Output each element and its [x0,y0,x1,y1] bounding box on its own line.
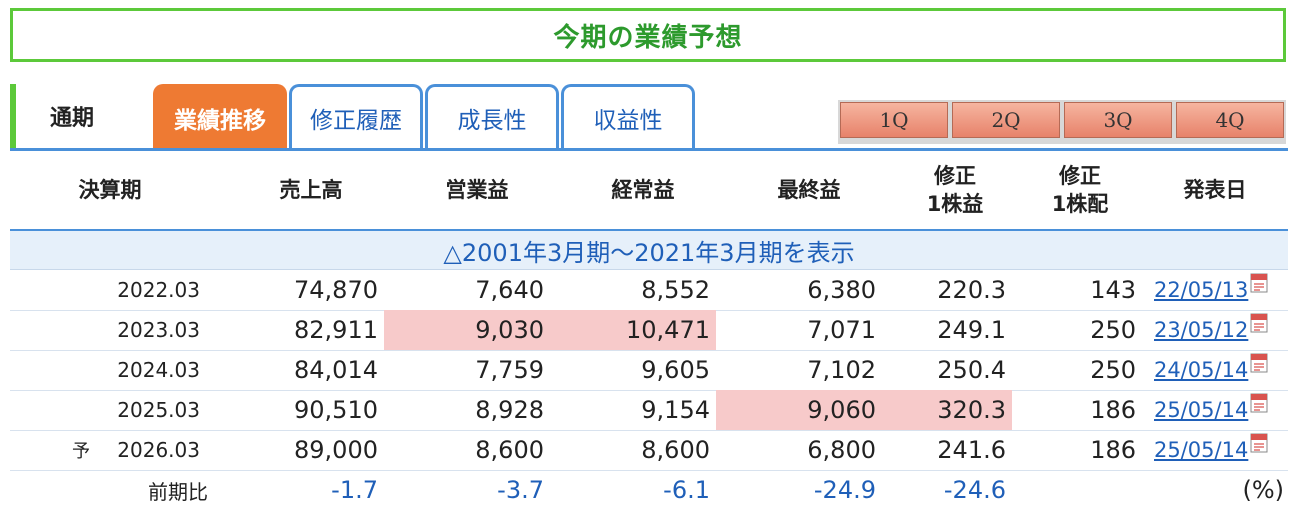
ratio-sales: -1.7 [331,476,378,504]
announce-date-link[interactable]: 23/05/12 [1154,318,1248,342]
quarter-button-2q[interactable]: 2Q [952,102,1060,138]
tab-annual[interactable]: 通期 [10,84,145,148]
table-row: 2022.03 74,870 7,640 8,552 6,380 220.3 143 22/0… [10,270,1288,311]
row-net: 6,800 [807,436,876,464]
row-period: 2023.03 [117,318,200,342]
row-operating: 7,640 [475,276,544,304]
ratio-eps: -24.6 [943,476,1006,504]
table-row: 2023.03 82,911 9,030 10,471 7,071 249.1 250 23/… [10,310,1288,351]
row-net: 9,060 [716,390,882,430]
row-sales: 89,000 [294,436,378,464]
pdf-icon[interactable] [1250,313,1268,333]
announce-date-link[interactable]: 22/05/13 [1154,278,1248,302]
table-row: 予 2026.03 89,000 8,600 8,600 6,800 241.6 186 25/… [10,430,1288,471]
header-sales: 売上高 [279,178,343,202]
row-operating: 9,030 [384,310,550,350]
row-div: 250 [1090,316,1136,344]
yoy-ratio-row: 前期比 -1.7 -3.7 -6.1 -24.9 -24.6 (%) [10,470,1288,510]
header-eps-line2: 1株益 [926,192,984,216]
row-net: 7,102 [807,356,876,384]
expand-history-row: △2001年3月期～2021年3月期を表示 [10,231,1288,270]
row-eps: 320.3 [882,390,1012,430]
header-eps-line1: 修正 [934,164,976,188]
announce-date-link[interactable]: 25/05/14 [1154,438,1248,462]
pdf-icon[interactable] [1250,273,1268,293]
row-ordinary: 10,471 [550,310,716,350]
row-div: 186 [1090,436,1136,464]
announce-date-link[interactable]: 24/05/14 [1154,358,1248,382]
row-sales: 74,870 [294,276,378,304]
row-ordinary: 8,552 [641,276,710,304]
divider [10,148,1288,151]
row-period: 2024.03 [117,358,200,382]
pdf-icon[interactable] [1250,393,1268,413]
tab-profitability[interactable]: 収益性 [561,84,695,148]
quarter-button-3q[interactable]: 3Q [1064,102,1172,138]
row-period: 2026.03 [117,438,200,462]
tab-revision-history[interactable]: 修正履歴 [289,84,423,148]
quarter-button-4q[interactable]: 4Q [1176,102,1284,138]
header-dividend-line1: 修正 [1059,164,1101,188]
row-date-cell: 22/05/13 [1142,270,1288,310]
row-eps: 249.1 [937,316,1006,344]
quarter-button-1q[interactable]: 1Q [840,102,948,138]
row-ordinary: 8,600 [641,436,710,464]
ratio-net: -24.9 [813,476,876,504]
row-date-cell: 25/05/14 [1142,430,1288,470]
header-ordinary-profit: 経常益 [611,178,675,202]
header-operating-profit: 営業益 [445,178,509,202]
header-dividend: 修正 1株配 [1015,152,1145,228]
ratio-unit: (%) [1242,476,1284,504]
row-operating: 7,759 [475,356,544,384]
row-eps: 250.4 [937,356,1006,384]
table-row: 2024.03 84,014 7,759 9,605 7,102 250.4 250 24/0… [10,350,1288,391]
header-announce-date: 発表日 [1183,178,1247,202]
table-header: 決算期 売上高 営業益 経常益 最終益 修正 1株益 修正 1株配 発表日 [10,152,1288,228]
section-title-box: 今期の業績予想 [10,8,1286,62]
row-sales: 82,911 [294,316,378,344]
row-net: 7,071 [807,316,876,344]
tab-performance-trend[interactable]: 業績推移 [153,84,287,148]
pdf-icon[interactable] [1250,433,1268,453]
row-period: 2022.03 [117,278,200,302]
announce-date-link[interactable]: 25/05/14 [1154,398,1248,422]
header-period: 決算期 [78,178,142,202]
row-eps: 220.3 [937,276,1006,304]
pdf-icon[interactable] [1250,353,1268,373]
table-row: 2025.03 90,510 8,928 9,154 9,060 320.3 186 25/0… [10,390,1288,431]
row-date-cell: 25/05/14 [1142,390,1288,430]
row-sales: 90,510 [294,396,378,424]
row-ordinary: 9,605 [641,356,710,384]
tab-growth[interactable]: 成長性 [425,84,559,148]
row-eps: 241.6 [937,436,1006,464]
ratio-operating: -3.7 [497,476,544,504]
row-div: 186 [1090,396,1136,424]
ratio-ordinary: -6.1 [663,476,710,504]
row-div: 143 [1090,276,1136,304]
row-date-cell: 23/05/12 [1142,310,1288,350]
row-ordinary: 9,154 [641,396,710,424]
row-sales: 84,014 [294,356,378,384]
tab-bar: 通期 業績推移 修正履歴 成長性 収益性 1Q 2Q 3Q 4Q [10,84,1288,150]
quarter-selector: 1Q 2Q 3Q 4Q [838,100,1286,144]
ratio-label: 前期比 [148,479,208,504]
row-operating: 8,600 [475,436,544,464]
header-net-profit: 最終益 [777,178,841,202]
header-dividend-line2: 1株配 [1051,192,1109,216]
row-operating: 8,928 [475,396,544,424]
expand-history-link[interactable]: △2001年3月期～2021年3月期を表示 [443,233,854,268]
section-title: 今期の業績予想 [553,22,743,53]
row-date-cell: 24/05/14 [1142,350,1288,390]
row-div: 250 [1090,356,1136,384]
row-period: 2025.03 [117,398,200,422]
header-eps: 修正 1株益 [890,152,1020,228]
row-net: 6,380 [807,276,876,304]
